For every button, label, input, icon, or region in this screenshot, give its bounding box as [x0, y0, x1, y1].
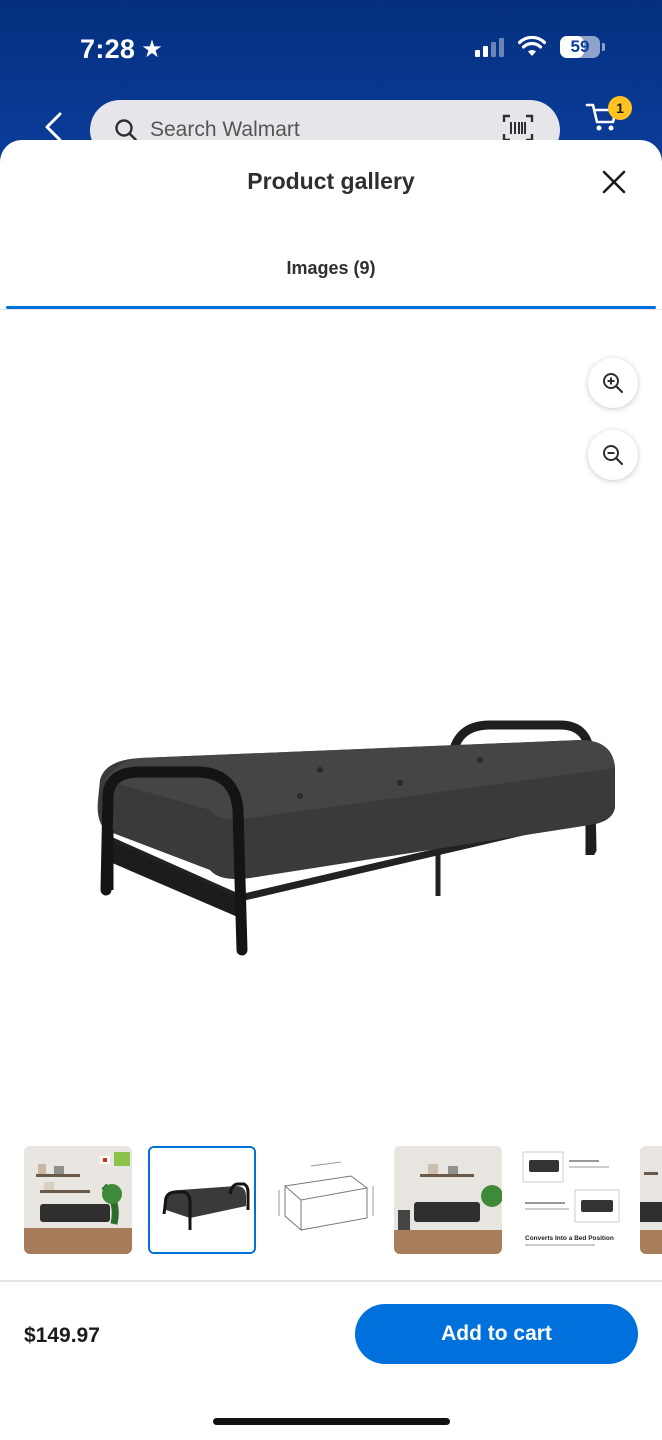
thumbnail-2[interactable]	[148, 1146, 256, 1254]
tab-images[interactable]: Images (9)	[6, 258, 656, 310]
search-placeholder: Search Walmart	[150, 118, 300, 141]
zoom-in-icon	[603, 373, 624, 394]
back-chevron-icon[interactable]	[42, 110, 64, 144]
thumbnail-6-image	[640, 1146, 662, 1254]
zoom-out-icon	[603, 445, 624, 466]
thumbnail-5-image: Converts Into a Bed Position	[517, 1146, 625, 1254]
thumbnail-3-image	[271, 1146, 379, 1254]
close-icon[interactable]	[598, 166, 630, 198]
main-product-image[interactable]	[60, 700, 640, 980]
search-icon	[115, 119, 137, 141]
sheet-title: Product gallery	[247, 168, 415, 194]
tab-divider	[0, 309, 662, 310]
thumbnail-5-caption: Converts Into a Bed Position	[525, 1235, 614, 1242]
zoom-out-button[interactable]	[588, 430, 638, 480]
thumbnail-3[interactable]	[271, 1146, 379, 1254]
status-time: 7:28 ★	[80, 34, 163, 65]
product-gallery-sheet: Product gallery Images (9) Converts Into…	[0, 140, 662, 1440]
wifi-icon	[518, 36, 546, 56]
zoom-in-button[interactable]	[588, 358, 638, 408]
status-time-text: 7:28	[80, 34, 136, 64]
thumbnail-5[interactable]: Converts Into a Bed Position	[517, 1146, 625, 1254]
thumbnail-2-image	[150, 1148, 254, 1252]
thumbnail-1-image	[24, 1146, 132, 1254]
battery-level: 59	[570, 37, 590, 56]
barcode-icon[interactable]	[502, 114, 534, 142]
cart-count-badge: 1	[608, 96, 632, 120]
thumbnail-1[interactable]	[24, 1146, 132, 1254]
cellular-signal-icon	[475, 37, 504, 57]
product-price: $149.97	[24, 1324, 100, 1347]
thumbnail-6[interactable]	[640, 1146, 662, 1254]
home-indicator[interactable]	[213, 1418, 450, 1425]
thumbnail-4-image	[394, 1146, 502, 1254]
star-icon: ★	[141, 36, 164, 63]
battery-icon: 59	[560, 36, 605, 58]
thumbnail-strip[interactable]: Converts Into a Bed Position	[0, 1146, 662, 1256]
status-icons: 59	[475, 36, 605, 58]
footer-divider	[0, 1280, 662, 1282]
thumbnail-4[interactable]	[394, 1146, 502, 1254]
add-to-cart-button[interactable]: Add to cart	[355, 1304, 638, 1364]
